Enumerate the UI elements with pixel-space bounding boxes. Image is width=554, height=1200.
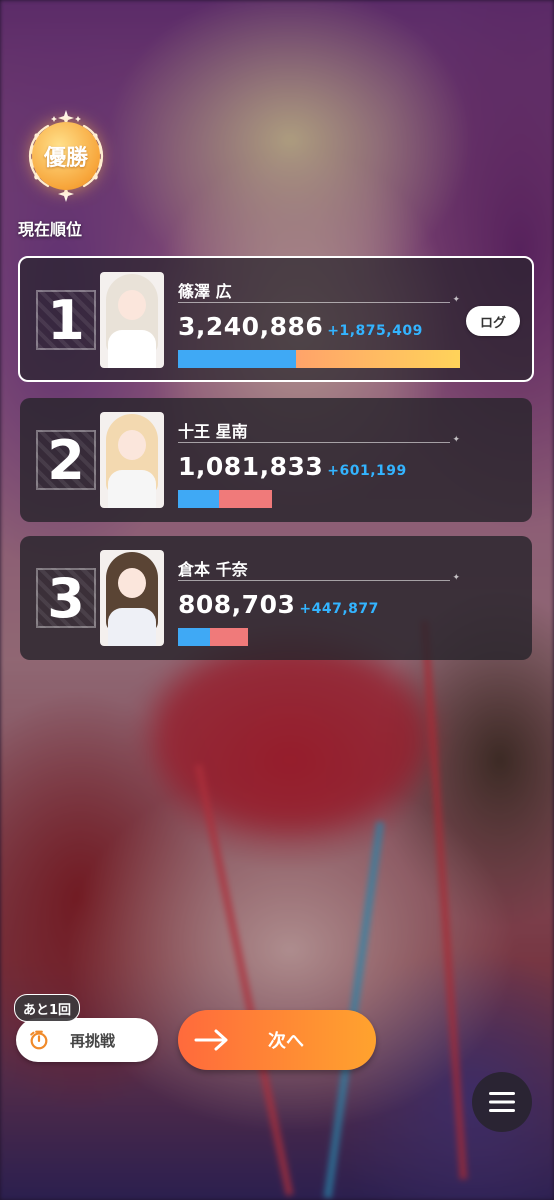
character-portrait bbox=[100, 412, 164, 508]
ranking-card-3[interactable]: 3 倉本 千奈 808,703+447,877 bbox=[20, 536, 532, 660]
score-delta: +601,199 bbox=[327, 463, 407, 479]
hamburger-menu-icon bbox=[489, 1092, 515, 1112]
score-bar-bonus bbox=[219, 490, 272, 508]
score-row: 1,081,833 +601,199 bbox=[178, 452, 407, 481]
score-delta: +447,877 bbox=[299, 601, 379, 617]
rank-number: 2 bbox=[36, 429, 96, 492]
retry-label: 再挑戦 bbox=[70, 1031, 116, 1050]
score-row: 3,240,886 +1,875,409 bbox=[178, 312, 423, 341]
score-value: 808,703 bbox=[178, 590, 296, 619]
remaining-attempts-badge: あと1回 bbox=[14, 994, 81, 1022]
score-bar-blue bbox=[178, 628, 210, 646]
score-bar-bonus bbox=[296, 350, 460, 368]
character-portrait bbox=[100, 550, 164, 646]
retry-button[interactable]: 再挑戦 bbox=[16, 1018, 158, 1062]
character-name: 倉本 千奈 bbox=[178, 560, 248, 579]
badge-label: 優勝 bbox=[32, 122, 100, 190]
score-bar-bonus bbox=[209, 628, 248, 646]
score-bar bbox=[178, 490, 272, 508]
score-value: 1,081,833 bbox=[178, 452, 324, 481]
current-rank-label: 現在順位 bbox=[18, 220, 83, 239]
score-bar bbox=[178, 628, 248, 646]
score-value: 3,240,886 bbox=[178, 312, 324, 341]
rank-number: 1 bbox=[36, 289, 96, 352]
ranking-card-2[interactable]: 2 十王 星南 1,081,833+601,199 bbox=[20, 398, 532, 522]
menu-button[interactable] bbox=[472, 1072, 532, 1132]
score-bar-blue bbox=[178, 490, 220, 508]
character-name: 十王 星南 bbox=[178, 422, 248, 441]
arrow-right-icon bbox=[194, 1029, 228, 1051]
character-portrait bbox=[100, 272, 164, 368]
rank-number: 3 bbox=[36, 567, 96, 630]
score-bar-blue bbox=[178, 350, 297, 368]
divider bbox=[178, 435, 460, 445]
divider bbox=[178, 573, 460, 583]
divider bbox=[178, 295, 460, 305]
log-button[interactable]: ログ bbox=[466, 306, 520, 336]
winner-badge: 優勝 bbox=[18, 108, 114, 204]
character-name: 篠澤 広 bbox=[178, 282, 232, 301]
score-row: 808,703 +447,877 bbox=[178, 590, 379, 619]
stopwatch-icon bbox=[30, 1030, 48, 1050]
score-bar bbox=[178, 350, 460, 368]
score-delta: +1,875,409 bbox=[327, 323, 423, 339]
next-button[interactable]: 次へ bbox=[178, 1010, 376, 1070]
next-label: 次へ bbox=[268, 1031, 304, 1052]
ranking-card-1[interactable]: 1 篠澤 広 3,240,886+1,875,409 ログ bbox=[18, 256, 534, 382]
